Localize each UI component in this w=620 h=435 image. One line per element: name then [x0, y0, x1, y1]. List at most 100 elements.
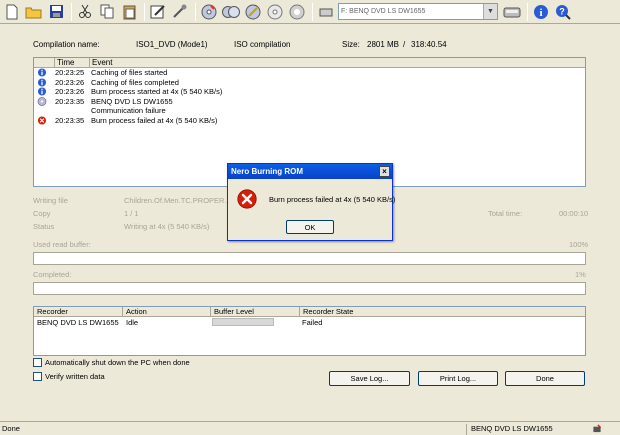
compilation-name-label: Compilation name:	[33, 40, 100, 49]
info-icon[interactable]	[287, 2, 307, 22]
log-event: Communication failure	[91, 106, 166, 115]
toolbar-separator	[71, 2, 72, 21]
log-event: Caching of files started	[91, 68, 168, 77]
recorder-state: Failed	[302, 318, 323, 327]
drive-select[interactable]: F: BENQ DVD LS DW1655 ▼	[338, 3, 498, 20]
total-time-value: 00:00:10	[559, 209, 589, 218]
size-label: Size:	[342, 40, 360, 49]
checkbox-box[interactable]	[33, 358, 42, 367]
open-icon[interactable]	[24, 2, 44, 22]
recorder-list[interactable]: Recorder Action Buffer Level Recorder St…	[33, 306, 586, 356]
completed-progress	[33, 282, 586, 295]
log-time: 20:23:25	[55, 68, 85, 77]
log-header: Time Event	[34, 58, 585, 68]
edit-icon[interactable]	[148, 2, 168, 22]
size-separator: /	[403, 40, 406, 49]
log-event: Caching of files completed	[91, 77, 179, 87]
status-value: Writing at 4x (5 540 KB/s)	[124, 222, 210, 231]
error-icon	[37, 115, 47, 125]
verify-label: Verify written data	[45, 372, 105, 381]
eject-icon[interactable]	[265, 2, 285, 22]
svg-text:i: i	[539, 7, 542, 19]
list-item[interactable]: 20:23:26 Burn process started at 4x (5 5…	[34, 87, 585, 97]
list-item[interactable]: 20:23:35 Burn process failed at 4x (5 54…	[34, 116, 585, 126]
copy-label: Copy	[33, 209, 51, 218]
chevron-down-icon[interactable]: ▼	[483, 4, 497, 19]
erase-icon[interactable]	[243, 2, 263, 22]
writing-file-value: Children.Of.Men.TC.PROPER.XV	[124, 196, 237, 205]
size-value: 2801 MB	[367, 40, 400, 49]
buffer-level-bar	[212, 318, 274, 326]
tools-icon[interactable]	[170, 2, 190, 22]
info-icon	[37, 87, 47, 96]
auto-shutdown-label: Automatically shut down the PC when done	[45, 358, 190, 367]
read-buffer-progress	[33, 252, 586, 265]
read-buffer-percent: 100%	[569, 240, 589, 249]
compilation-name-value: ISO1_DVD (Mode1)	[136, 40, 208, 49]
completed-label: Completed:	[33, 270, 72, 279]
recorder-col-state[interactable]: Recorder State	[299, 307, 353, 317]
close-icon[interactable]: ×	[379, 166, 390, 177]
ok-button[interactable]: OK	[286, 220, 334, 234]
recorder-col-action[interactable]: Action	[122, 307, 147, 317]
new-icon[interactable]	[2, 2, 22, 22]
auto-shutdown-checkbox[interactable]: Automatically shut down the PC when done	[33, 358, 190, 367]
log-col-time[interactable]: Time	[54, 58, 89, 67]
log-time: 20:23:26	[55, 87, 85, 96]
verify-checkbox[interactable]: Verify written data	[33, 372, 105, 381]
whats-this-icon[interactable]: ?	[553, 2, 573, 22]
list-item[interactable]: Communication failure	[34, 106, 585, 116]
log-time: 20:23:35	[55, 115, 85, 125]
status-label: Status	[33, 222, 55, 231]
dialog-message: Burn process failed at 4x (5 540 KB/s)	[269, 195, 396, 204]
writing-file-label: Writing file	[33, 196, 68, 205]
recorder-col-buffer[interactable]: Buffer Level	[210, 307, 254, 317]
drive-info-icon[interactable]	[502, 2, 522, 22]
list-item[interactable]: 20:23:25 Caching of files started	[34, 68, 585, 78]
save-icon[interactable]	[46, 2, 66, 22]
table-row[interactable]: BENQ DVD LS DW1655 Idle Failed	[34, 317, 585, 327]
error-dialog: Nero Burning ROM × Burn process failed a…	[227, 163, 396, 241]
log-event: BENQ DVD LS DW1655	[91, 96, 173, 106]
dialog-title-bar[interactable]: Nero Burning ROM ×	[228, 164, 392, 179]
copy-disc-icon[interactable]	[221, 2, 241, 22]
toolbar-separator	[195, 2, 196, 21]
main-toolbar: F: BENQ DVD LS DW1655 ▼ i ?	[0, 0, 620, 24]
status-drive: BENQ DVD LS DW1655	[466, 424, 588, 435]
info-icon	[37, 77, 47, 87]
list-item[interactable]: 20:23:35 BENQ DVD LS DW1655	[34, 97, 585, 107]
status-bar: Done BENQ DVD LS DW1655	[0, 421, 620, 435]
recorder-header: Recorder Action Buffer Level Recorder St…	[34, 307, 585, 317]
done-button[interactable]: Done	[505, 371, 585, 386]
compilation-info: Compilation name: ISO1_DVD (Mode1) ISO c…	[33, 40, 593, 52]
print-log-button[interactable]: Print Log...	[418, 371, 498, 386]
log-time: 20:23:35	[55, 96, 85, 106]
compilation-type: ISO compilation	[234, 40, 291, 49]
toolbar-separator	[144, 2, 145, 21]
list-item[interactable]: 20:23:26 Caching of files completed	[34, 78, 585, 88]
paste-icon[interactable]	[119, 2, 139, 22]
recorder-action: Idle	[126, 318, 139, 327]
dialog-title: Nero Burning ROM	[231, 167, 303, 176]
svg-text:?: ?	[559, 6, 565, 16]
save-log-button[interactable]: Save Log...	[329, 371, 410, 386]
recorder-name: BENQ DVD LS DW1655	[37, 318, 119, 327]
checkbox-box[interactable]	[33, 372, 42, 381]
log-event: Burn process started at 4x (5 540 KB/s)	[91, 87, 223, 96]
completed-percent: 1%	[575, 270, 586, 279]
drive-icon	[37, 96, 47, 106]
copy-value: 1 / 1	[124, 209, 139, 218]
error-icon	[237, 189, 257, 209]
status-text: Done	[2, 424, 20, 433]
copy-icon[interactable]	[97, 2, 117, 22]
cut-icon[interactable]	[75, 2, 95, 22]
help-icon[interactable]: i	[531, 2, 551, 22]
log-col-event[interactable]: Event	[89, 58, 112, 67]
burn-icon[interactable]	[199, 2, 219, 22]
log-time: 20:23:26	[55, 77, 85, 87]
duration-value: 318:40.54	[411, 40, 447, 49]
total-time-label: Total time:	[488, 209, 523, 218]
info-icon	[37, 68, 47, 77]
recorder-col-recorder[interactable]: Recorder	[34, 307, 68, 317]
read-buffer-label: Used read buffer:	[33, 240, 91, 249]
